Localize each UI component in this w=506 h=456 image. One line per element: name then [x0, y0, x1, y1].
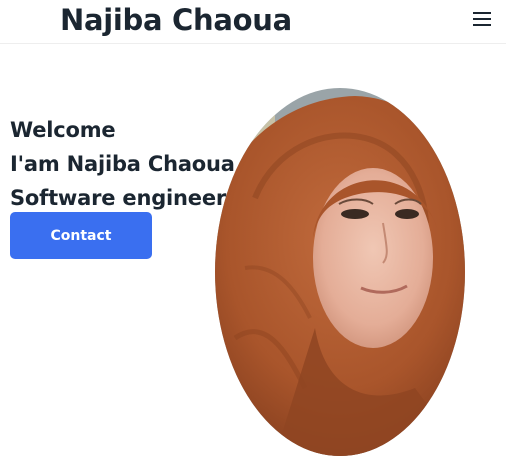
welcome-heading: Welcome — [10, 118, 116, 142]
hamburger-menu-icon[interactable] — [470, 8, 494, 30]
top-navbar: Najiba Chaoua — [0, 0, 506, 44]
hero-intro: Welcome I'am Najiba Chaoua Software engi… — [10, 113, 235, 215]
intro-heading: I'am Najiba Chaoua — [10, 152, 235, 176]
role-heading: Software engineer — [10, 186, 227, 210]
portfolio-page: Najiba Chaoua Welcome I'am Najiba Chaoua… — [0, 0, 506, 456]
profile-photo — [215, 88, 465, 456]
contact-button[interactable]: Contact — [10, 212, 152, 259]
brand-name[interactable]: Najiba Chaoua — [60, 2, 292, 38]
